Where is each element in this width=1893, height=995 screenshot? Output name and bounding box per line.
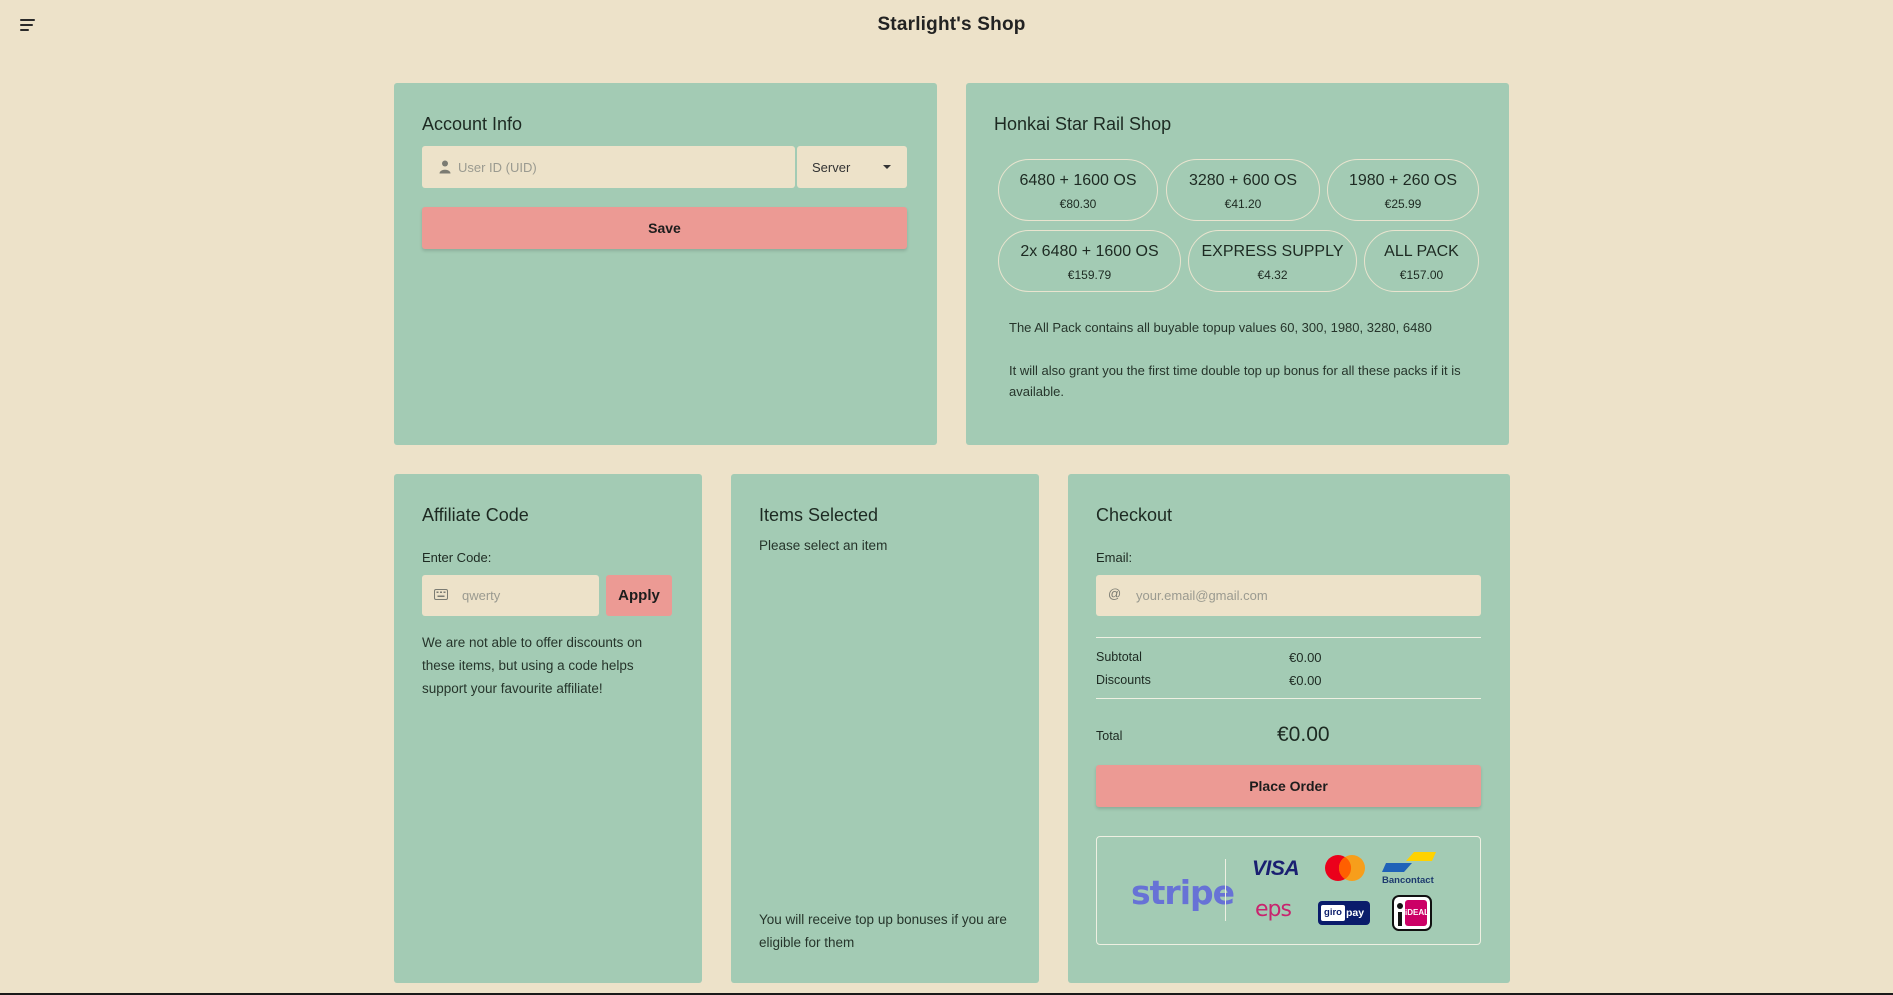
shop-note: It will also grant you the first time do… [1009,363,1461,399]
discounts-value: €0.00 [1289,673,1322,688]
items-selected-card: Items Selected Please select an item You… [731,474,1039,983]
place-order-button[interactable]: Place Order [1096,765,1481,807]
items-empty-text: Please select an item [759,538,888,553]
pack-name: ALL PACK [1384,243,1459,260]
ideal-bar-icon [1398,912,1402,926]
subtotal-value: €0.00 [1289,650,1322,665]
at-icon: @ [1108,586,1122,601]
email-input[interactable] [1136,575,1476,616]
pack-price: €159.79 [1067,268,1112,282]
checkout-card: Checkout Email: @ Subtotal €0.00 Discoun… [1068,474,1510,983]
visa-logo: VISA [1252,857,1300,880]
pack-name: 6480 + 1600 OS [1019,172,1137,189]
checkout-title: Checkout [1096,505,1173,525]
save-button[interactable]: Save [422,207,907,249]
pack-price: €4.32 [1257,268,1288,282]
shop-card: Honkai Star Rail Shop 6480 + 1600 OS €80… [966,83,1509,445]
total-value: €0.00 [1277,723,1330,746]
keyboard-icon [434,589,448,600]
email-label: Email: [1096,550,1133,565]
stripe-logo: stripe [1131,873,1235,912]
giropay-label-left: giro [1321,905,1345,921]
pack-price: €25.99 [1384,197,1422,211]
affiliate-code-input[interactable] [462,575,592,616]
ideal-logo: iDEAL [1392,895,1432,931]
divider [1096,698,1481,699]
payment-methods: stripe VISA Bancontact eps giro pay iDEA… [1096,836,1481,945]
server-select-label: Server [812,160,851,175]
affiliate-code-label: Enter Code: [422,550,492,565]
server-select[interactable]: Server [797,146,907,188]
pack-price: €41.20 [1224,197,1262,211]
bancontact-logo: Bancontact [1382,851,1436,887]
chevron-down-icon [883,165,891,169]
total-label: Total [1096,729,1123,743]
pack-option[interactable]: EXPRESS SUPPLY €4.32 [1188,230,1357,292]
person-icon [439,160,451,174]
eps-logo: eps [1255,897,1292,922]
uid-input[interactable] [458,146,788,188]
affiliate-code-field[interactable] [422,575,599,616]
pack-option[interactable]: 2x 6480 + 1600 OS €159.79 [998,230,1181,292]
items-bonus-note: You will receive top up bonuses if you a… [759,912,1007,950]
discounts-label: Discounts [1096,673,1151,687]
items-selected-title: Items Selected [759,505,879,525]
pack-option[interactable]: 3280 + 600 OS €41.20 [1166,159,1320,221]
pack-name: 2x 6480 + 1600 OS [1020,243,1159,260]
top-bar: Starlight's Shop [0,0,1893,52]
bancontact-icon [1382,852,1436,872]
account-info-title: Account Info [422,114,523,134]
affiliate-card: Affiliate Code Enter Code: Apply We are … [394,474,702,983]
divider [1096,637,1481,638]
pack-name: 1980 + 260 OS [1348,172,1458,189]
mastercard-logo-icon [1325,855,1365,881]
shop-note: The All Pack contains all buyable topup … [1009,320,1432,335]
divider [1225,859,1226,921]
uid-field[interactable] [422,146,795,188]
subtotal-label: Subtotal [1096,650,1142,664]
pack-option[interactable]: 1980 + 260 OS €25.99 [1327,159,1479,221]
affiliate-title: Affiliate Code [422,505,529,525]
account-info-card: Account Info Server Save [394,83,937,445]
bancontact-label: Bancontact [1382,875,1434,886]
giropay-label-right: pay [1346,907,1365,919]
pack-option[interactable]: ALL PACK €157.00 [1364,230,1479,292]
giropay-logo: giro pay [1318,901,1370,925]
shop-title: Honkai Star Rail Shop [994,114,1172,134]
apply-button[interactable]: Apply [606,575,672,616]
email-field[interactable]: @ [1096,575,1481,616]
ideal-label: iDEAL [1405,900,1429,926]
site-title: Starlight's Shop [877,14,1026,35]
pack-price: €80.30 [1059,197,1097,211]
pack-name: 3280 + 600 OS [1188,172,1298,189]
pack-price: €157.00 [1399,268,1444,282]
ideal-dot-icon [1397,903,1403,909]
pack-name: EXPRESS SUPPLY [1201,243,1344,260]
affiliate-note: We are not able to offer discounts on th… [422,635,643,696]
pack-option[interactable]: 6480 + 1600 OS €80.30 [998,159,1158,221]
